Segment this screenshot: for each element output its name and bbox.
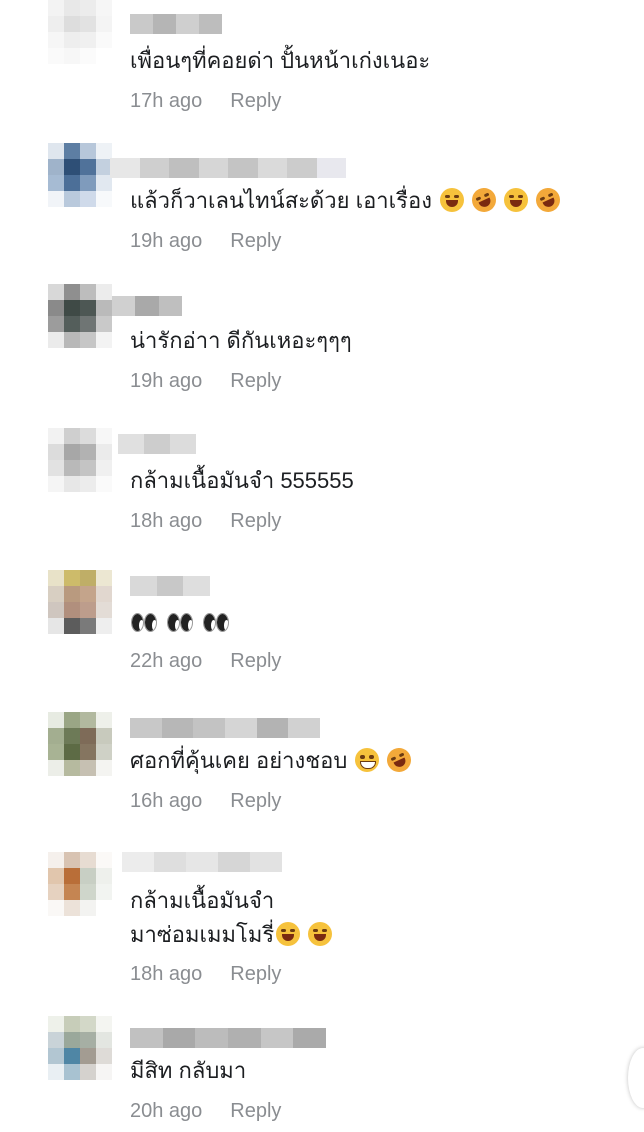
avatar[interactable] [48, 1016, 112, 1080]
comment-text: ศอกที่คุ้นเคย อย่างชอบ [130, 744, 416, 778]
username-blurred[interactable] [130, 14, 222, 34]
comment-text: กล้ามเนื้อมันจำ 555555 [130, 468, 354, 493]
grinning-sweat-icon [355, 748, 380, 772]
reply-button[interactable]: Reply [230, 510, 281, 533]
comment-text: เพื่อนๆที่คอยด่า ปั้นหน้าเก่งเนอะ [130, 48, 431, 73]
rofl-icon [468, 184, 500, 216]
scroll-button[interactable] [628, 1048, 644, 1108]
joy-tears-icon [276, 922, 301, 946]
comment-text-body: มาซ่อมเมมโมรี่ [130, 922, 275, 947]
joy-tears-icon [439, 188, 464, 212]
username-blurred[interactable] [118, 434, 196, 454]
timestamp: 20h ago [130, 1100, 203, 1122]
rofl-icon [532, 184, 564, 216]
comment-meta: 20h ago Reply [130, 1100, 281, 1123]
joy-tears-icon [308, 922, 333, 946]
eyes-icon [166, 611, 194, 633]
timestamp: 19h ago [130, 370, 203, 392]
avatar[interactable] [48, 284, 112, 348]
reply-button[interactable]: Reply [230, 90, 281, 113]
avatar[interactable] [48, 570, 112, 634]
timestamp: 16h ago [130, 790, 203, 812]
reply-button[interactable]: Reply [230, 230, 281, 253]
rofl-icon [383, 744, 416, 776]
timestamp: 17h ago [130, 90, 203, 112]
username-blurred[interactable] [112, 296, 182, 316]
avatar[interactable] [48, 712, 112, 776]
comment-text-body: ศอกที่คุ้นเคย อย่างชอบ [130, 748, 348, 773]
comment-text: มาซ่อมเมมโมรี่ [130, 918, 333, 952]
comment-text-body: แล้วก็วาเลนไทน์สะด้วย เอาเรื่อง [130, 188, 432, 213]
comment-text: กล้ามเนื้อมันจำ [130, 888, 275, 913]
comment-text [130, 606, 238, 640]
joy-tears-icon [503, 188, 528, 212]
reply-button[interactable]: Reply [230, 963, 281, 986]
comment-meta: 18h ago Reply [130, 510, 281, 533]
timestamp: 22h ago [130, 650, 203, 672]
timestamp: 18h ago [130, 963, 203, 985]
comment-meta: 16h ago Reply [130, 790, 281, 813]
reply-button[interactable]: Reply [230, 790, 281, 813]
comment-meta: 18h ago Reply [130, 963, 281, 986]
username-blurred[interactable] [130, 718, 321, 738]
avatar[interactable] [48, 428, 112, 492]
comment-text: น่ารักอ่าา ดีกันเหอะๆๆๆ [130, 328, 352, 353]
comment-text: แล้วก็วาเลนไทน์สะด้วย เอาเรื่อง [130, 184, 564, 218]
comment-meta: 19h ago Reply [130, 370, 281, 393]
avatar[interactable] [48, 143, 112, 207]
comment-meta: 19h ago Reply [130, 230, 281, 253]
avatar[interactable] [48, 852, 112, 916]
reply-button[interactable]: Reply [230, 370, 281, 393]
timestamp: 18h ago [130, 510, 203, 532]
avatar[interactable] [48, 0, 112, 64]
username-blurred[interactable] [110, 158, 346, 178]
reply-button[interactable]: Reply [230, 650, 281, 673]
comment-meta: 22h ago Reply [130, 650, 281, 673]
username-blurred[interactable] [122, 852, 282, 876]
timestamp: 19h ago [130, 230, 203, 252]
username-blurred[interactable] [130, 576, 211, 596]
reply-button[interactable]: Reply [230, 1100, 281, 1123]
eyes-icon [130, 611, 158, 633]
eyes-icon [202, 611, 230, 633]
comment-text: มีสิท กลับมา [130, 1058, 247, 1083]
comment-meta: 17h ago Reply [130, 90, 281, 113]
username-blurred[interactable] [130, 1028, 327, 1048]
